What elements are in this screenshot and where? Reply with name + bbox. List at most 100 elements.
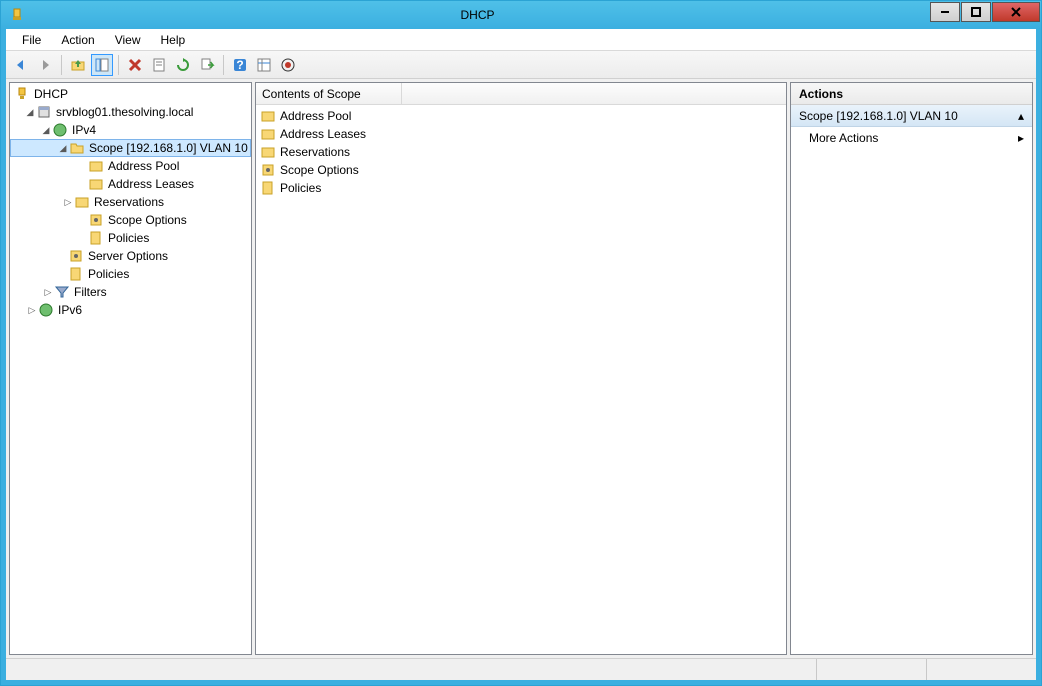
list-item-scope-options[interactable]: Scope Options [260,161,782,179]
tree-node-address-pool[interactable]: Address Pool [10,157,251,175]
forward-button[interactable] [34,54,56,76]
actions-more-actions[interactable]: More Actions ▸ [791,127,1032,149]
minimize-button[interactable] [930,2,960,22]
list-item-label: Scope Options [280,163,359,177]
content-area: DHCP ◢ srvblog01.thesolving.local ◢ IPv4… [6,79,1036,658]
expand-toggle-icon[interactable]: ▷ [42,287,54,298]
tree-node-dhcp-root[interactable]: DHCP [10,85,251,103]
list-header[interactable]: Contents of Scope [256,83,786,105]
tree-label: Address Leases [108,177,194,191]
list-body: Address Pool Address Leases Reservations… [256,105,786,199]
list-item-address-leases[interactable]: Address Leases [260,125,782,143]
record-button[interactable] [277,54,299,76]
list-item-label: Reservations [280,145,350,159]
expand-toggle-icon[interactable]: ▷ [62,197,74,208]
tree-label: Policies [108,231,149,245]
chevron-right-icon: ▸ [1018,131,1024,145]
menu-view[interactable]: View [107,31,149,49]
list-item-label: Policies [280,181,321,195]
collapse-toggle-icon[interactable]: ◢ [40,125,52,136]
options-icon [88,212,104,228]
client-area: File Action View Help ? [1,29,1041,685]
close-button[interactable] [992,2,1040,22]
title-bar[interactable]: DHCP [1,1,1041,29]
tree-node-server-policies[interactable]: Policies [10,265,251,283]
tree-label: Server Options [88,249,168,263]
app-icon [9,7,25,23]
filter-icon [54,284,70,300]
toolbar-separator [61,55,62,75]
columns-button[interactable] [253,54,275,76]
folder-icon [88,158,104,174]
folder-open-icon [69,140,85,156]
properties-button[interactable] [148,54,170,76]
collapse-icon[interactable]: ▴ [1018,109,1024,123]
export-button[interactable] [196,54,218,76]
collapse-toggle-icon[interactable]: ◢ [57,143,69,154]
policies-icon [68,266,84,282]
tree-node-server[interactable]: ◢ srvblog01.thesolving.local [10,103,251,121]
tree-node-server-options[interactable]: Server Options [10,247,251,265]
folder-icon [74,194,90,210]
help-button[interactable]: ? [229,54,251,76]
tree-label: srvblog01.thesolving.local [56,105,193,119]
window-controls [930,1,1041,29]
tree-node-ipv6[interactable]: ▷ IPv6 [10,301,251,319]
folder-icon [260,126,276,142]
tree-node-reservations[interactable]: ▷ Reservations [10,193,251,211]
tree-node-scope-options[interactable]: Scope Options [10,211,251,229]
list-item-label: Address Pool [280,109,351,123]
expand-toggle-icon[interactable]: ▷ [26,305,38,316]
tree-label: Address Pool [108,159,179,173]
tree-node-filters[interactable]: ▷ Filters [10,283,251,301]
ipv6-icon [38,302,54,318]
folder-icon [260,144,276,160]
ipv4-icon [52,122,68,138]
svg-text:?: ? [236,58,243,72]
status-cell [816,659,926,680]
tree-node-address-leases[interactable]: Address Leases [10,175,251,193]
status-bar [6,658,1036,680]
actions-section-header[interactable]: Scope [192.168.1.0] VLAN 10 ▴ [791,105,1032,127]
delete-button[interactable] [124,54,146,76]
policies-icon [88,230,104,246]
menu-bar: File Action View Help [6,29,1036,51]
list-item-address-pool[interactable]: Address Pool [260,107,782,125]
tree-label: Scope [192.168.1.0] VLAN 10 [89,141,248,155]
policies-icon [260,180,276,196]
scope-tree-panel: DHCP ◢ srvblog01.thesolving.local ◢ IPv4… [9,82,252,655]
refresh-button[interactable] [172,54,194,76]
up-folder-button[interactable] [67,54,89,76]
list-item-label: Address Leases [280,127,366,141]
tree-label: Policies [88,267,129,281]
collapse-toggle-icon[interactable]: ◢ [24,107,36,118]
actions-section-title: Scope [192.168.1.0] VLAN 10 [799,109,958,123]
toolbar-separator [223,55,224,75]
back-button[interactable] [10,54,32,76]
status-cell [6,659,816,680]
folder-icon [260,108,276,124]
toolbar-separator [118,55,119,75]
menu-action[interactable]: Action [53,31,102,49]
tree-label: Filters [74,285,107,299]
menu-help[interactable]: Help [153,31,194,49]
tree-node-scope-policies[interactable]: Policies [10,229,251,247]
tree-label: Reservations [94,195,164,209]
actions-panel: Actions Scope [192.168.1.0] VLAN 10 ▴ Mo… [790,82,1033,655]
menu-file[interactable]: File [14,31,49,49]
tree-node-ipv4[interactable]: ◢ IPv4 [10,121,251,139]
show-hide-tree-button[interactable] [91,54,113,76]
options-icon [68,248,84,264]
status-cell [926,659,1036,680]
list-item-reservations[interactable]: Reservations [260,143,782,161]
folder-icon [88,176,104,192]
list-item-policies[interactable]: Policies [260,179,782,197]
tree-node-scope[interactable]: ◢ Scope [192.168.1.0] VLAN 10 [10,139,251,157]
server-icon [36,104,52,120]
maximize-button[interactable] [961,2,991,22]
list-column-header[interactable]: Contents of Scope [262,83,402,104]
trophy-icon [14,86,30,102]
actions-item-label: More Actions [809,131,878,145]
toolbar: ? [6,51,1036,79]
window-title: DHCP [25,8,930,22]
